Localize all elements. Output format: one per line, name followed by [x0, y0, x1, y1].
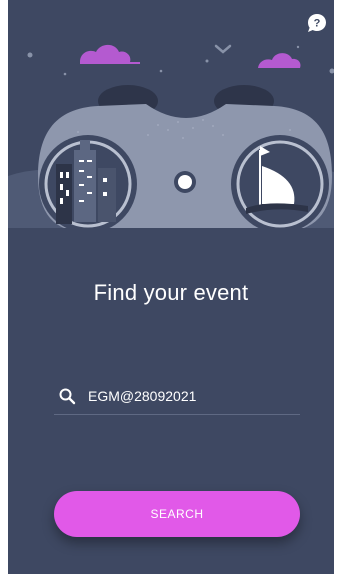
search-button[interactable]: SEARCH — [54, 491, 300, 537]
bridge-knob — [178, 175, 192, 189]
cloud-left — [80, 44, 140, 64]
help-bubble-icon[interactable]: ? — [306, 12, 328, 34]
svg-text:?: ? — [314, 18, 321, 30]
search-input[interactable] — [88, 381, 300, 411]
cloud-right — [258, 53, 301, 68]
horizon-band — [8, 228, 334, 240]
chevron-down-icon — [214, 44, 232, 54]
search-field[interactable] — [54, 378, 300, 415]
binoculars-illustration — [8, 44, 334, 240]
page-title: Find your event — [93, 280, 249, 305]
app-screen: ? Find your event SEARCH — [8, 0, 334, 574]
search-icon — [59, 388, 76, 405]
